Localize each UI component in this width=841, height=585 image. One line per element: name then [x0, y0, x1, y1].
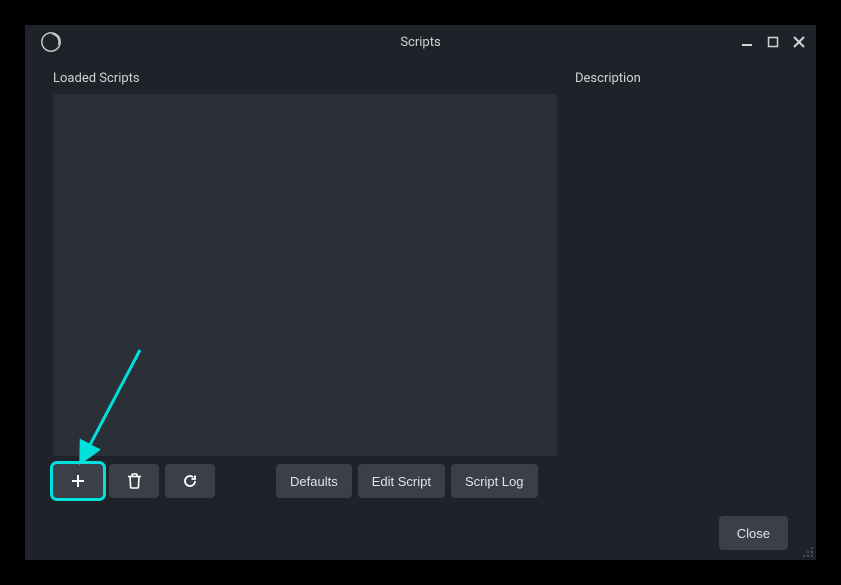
right-panel: Description [575, 71, 788, 498]
dialog-content: Loaded Scripts [25, 59, 816, 560]
left-panel: Loaded Scripts [53, 71, 557, 498]
close-window-button[interactable] [790, 33, 808, 51]
trash-icon [127, 473, 142, 489]
obs-app-icon [39, 30, 63, 54]
scripts-dialog: Scripts Loaded Scripts [25, 25, 816, 560]
defaults-button[interactable]: Defaults [276, 464, 352, 498]
scripts-toolbar: Defaults Edit Script Script Log [53, 464, 557, 498]
script-log-button[interactable]: Script Log [451, 464, 538, 498]
window-controls [738, 33, 808, 51]
reload-scripts-button[interactable] [165, 464, 215, 498]
add-script-button[interactable] [53, 464, 103, 498]
main-row: Loaded Scripts [53, 71, 788, 498]
dialog-footer: Close [53, 516, 788, 550]
maximize-button[interactable] [764, 33, 782, 51]
titlebar: Scripts [25, 25, 816, 59]
reload-icon [182, 473, 198, 489]
loaded-scripts-label: Loaded Scripts [53, 71, 557, 86]
window-title: Scripts [400, 35, 440, 50]
loaded-scripts-list[interactable] [53, 94, 557, 456]
remove-script-button[interactable] [109, 464, 159, 498]
edit-script-button[interactable]: Edit Script [358, 464, 445, 498]
plus-icon [70, 473, 86, 489]
resize-grip[interactable] [802, 546, 814, 558]
close-button[interactable]: Close [719, 516, 788, 550]
minimize-button[interactable] [738, 33, 756, 51]
description-label: Description [575, 71, 788, 86]
